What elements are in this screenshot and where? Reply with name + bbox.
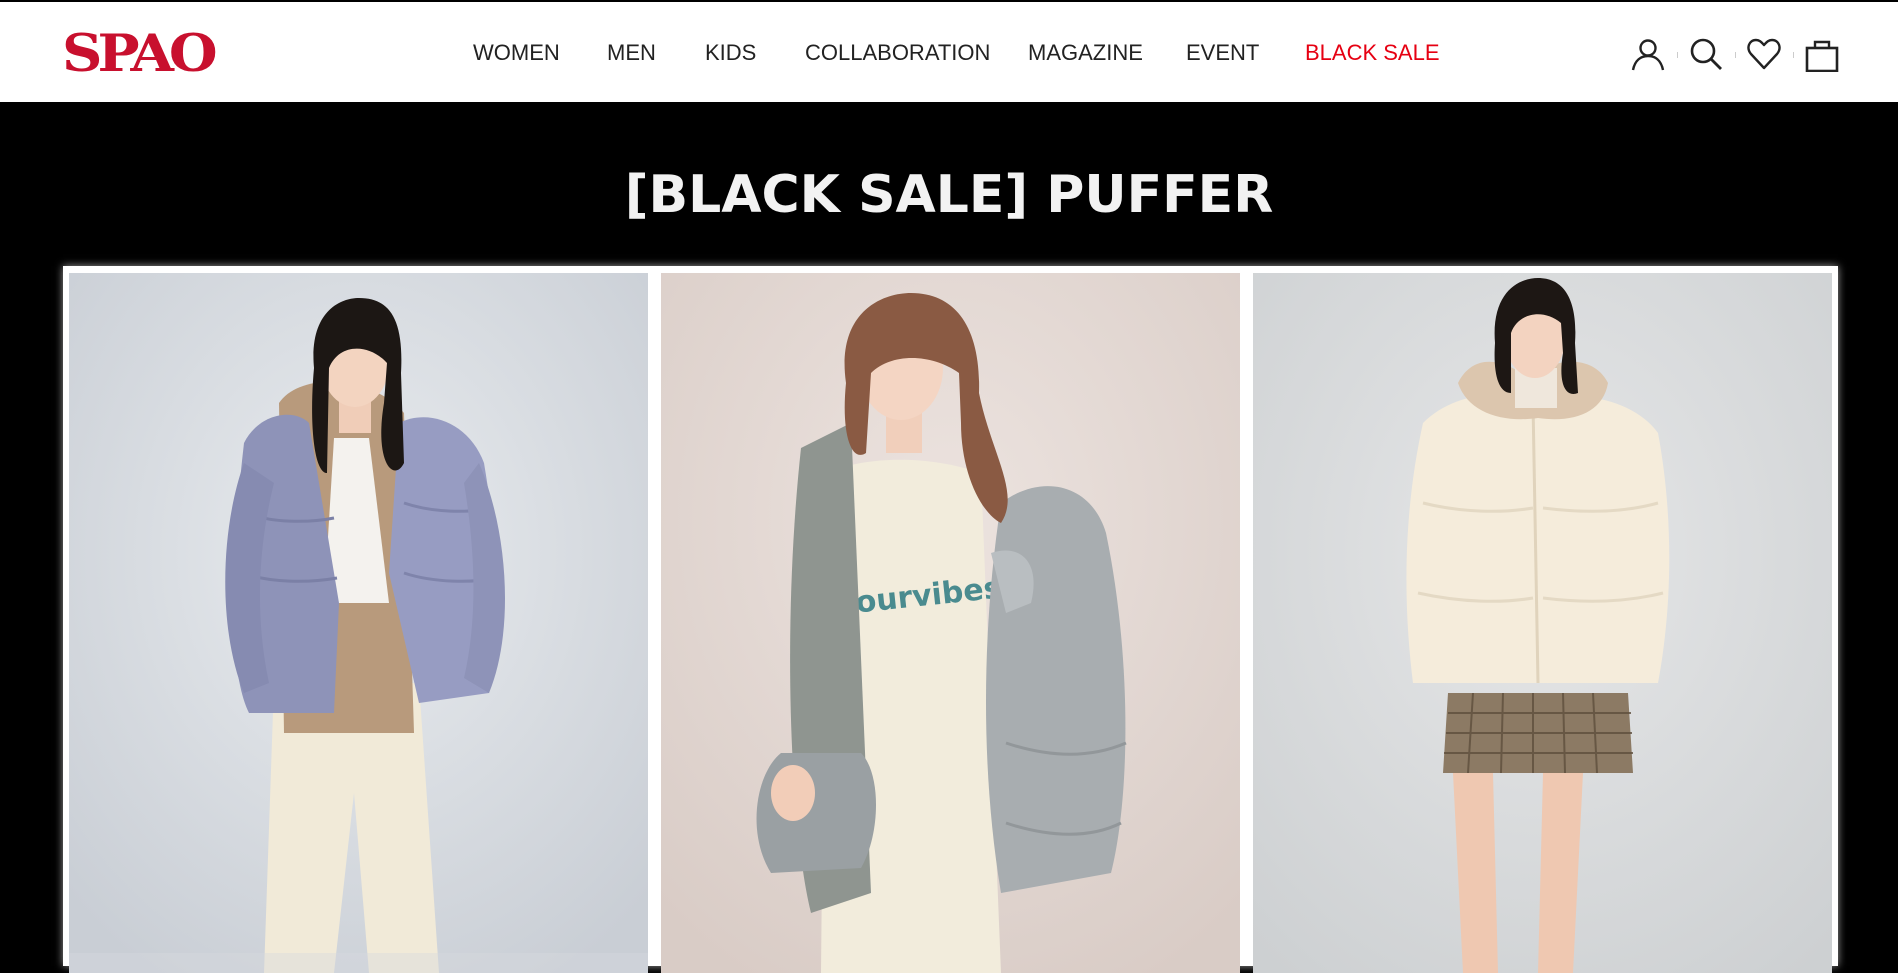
product-gallery: ourvibes: [63, 266, 1838, 973]
product-image-gray-puffer[interactable]: ourvibes: [661, 273, 1240, 973]
product-card[interactable]: [1253, 273, 1832, 973]
nav-item-men[interactable]: MEN: [607, 40, 656, 66]
nav-item-collaboration[interactable]: COLLABORATION: [805, 40, 990, 66]
search-icon[interactable]: [1688, 36, 1724, 72]
main-nav: WOMEN MEN KIDS COLLABORATION MAGAZINE EV…: [0, 2, 1898, 102]
nav-item-event[interactable]: EVENT: [1186, 40, 1259, 66]
icon-separator: [1677, 52, 1678, 58]
site-header: SPAO WOMEN MEN KIDS COLLABORATION MAGAZI…: [0, 2, 1898, 102]
nav-item-kids[interactable]: KIDS: [705, 40, 756, 66]
nav-item-black-sale[interactable]: BLACK SALE: [1305, 40, 1440, 66]
product-card[interactable]: ourvibes: [661, 273, 1240, 973]
icon-separator: [1793, 52, 1794, 58]
nav-item-magazine[interactable]: MAGAZINE: [1028, 40, 1143, 66]
product-card[interactable]: [69, 273, 648, 973]
page-title: [BLACK SALE] PUFFER: [624, 164, 1274, 225]
nav-item-women[interactable]: WOMEN: [473, 40, 560, 66]
product-image-cream-puffer[interactable]: [1253, 273, 1832, 973]
heart-icon[interactable]: [1746, 36, 1782, 72]
shopping-bag-icon[interactable]: [1804, 36, 1840, 72]
user-icon[interactable]: [1630, 36, 1666, 72]
icon-separator: [1735, 52, 1736, 58]
product-image-lavender-puffer[interactable]: [69, 273, 648, 973]
